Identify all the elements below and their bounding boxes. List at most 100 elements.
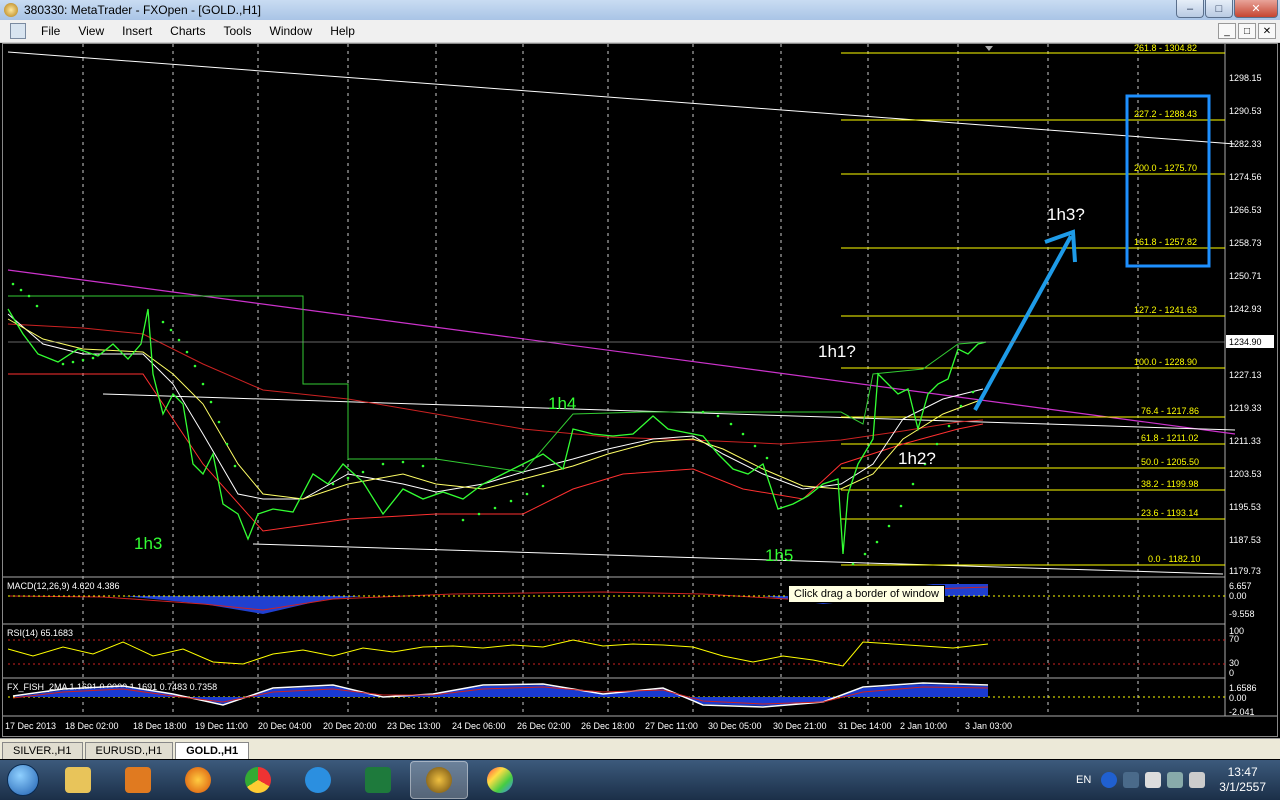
- taskbar-excel[interactable]: [350, 762, 406, 798]
- wave-annotations: 1h3 1h4 1h5 1h1? 1h2? 1h3?: [134, 205, 1085, 565]
- svg-text:23 Dec 13:00: 23 Dec 13:00: [387, 721, 441, 731]
- svg-text:0.00: 0.00: [1229, 591, 1247, 601]
- current-price-label: 1234.90: [1229, 337, 1262, 347]
- fib-label: 127.2 - 1241.63: [1134, 305, 1197, 315]
- time-axis: 17 Dec 2013 18 Dec 02:00 18 Dec 18:00 19…: [5, 721, 1012, 731]
- fib-labels: 261.8 - 1304.82 227.2 - 1288.43 200.0 - …: [1134, 44, 1200, 564]
- wave-label-1h2q: 1h2?: [898, 449, 936, 468]
- maximize-button[interactable]: □: [1205, 0, 1233, 18]
- volume-icon[interactable]: [1189, 772, 1206, 788]
- tab-silver[interactable]: SILVER.,H1: [2, 742, 83, 759]
- svg-text:0: 0: [1229, 668, 1234, 678]
- network-icon[interactable]: [1167, 772, 1184, 788]
- rsi-label: RSI(14) 65.1683: [7, 628, 73, 638]
- menu-window[interactable]: Window: [261, 24, 322, 38]
- fib-label: 261.8 - 1304.82: [1134, 44, 1197, 53]
- menu-tools[interactable]: Tools: [215, 24, 261, 38]
- chart-canvas[interactable]: 261.8 - 1304.82 227.2 - 1288.43 200.0 - …: [3, 44, 1277, 736]
- taskbar-media-player[interactable]: [110, 762, 166, 798]
- window-title: 380330: MetaTrader - FXOpen - [GOLD.,H1]: [24, 3, 261, 17]
- paint-icon: [487, 767, 513, 793]
- tab-eurusd[interactable]: EURUSD.,H1: [84, 742, 174, 759]
- menu-insert[interactable]: Insert: [113, 24, 161, 38]
- tab-gold[interactable]: GOLD.,H1: [175, 742, 250, 759]
- chart-restore-button[interactable]: □: [1238, 23, 1256, 39]
- fib-label: 200.0 - 1275.70: [1134, 163, 1197, 173]
- svg-text:18 Dec 18:00: 18 Dec 18:00: [133, 721, 187, 731]
- price-label: 1187.53: [1229, 535, 1261, 545]
- minimize-button[interactable]: –: [1176, 0, 1204, 18]
- fib-label: 161.8 - 1257.82: [1134, 237, 1197, 247]
- svg-text:20 Dec 20:00: 20 Dec 20:00: [323, 721, 377, 731]
- vertical-grid: [82, 44, 1139, 716]
- chart-window[interactable]: 261.8 - 1304.82 227.2 - 1288.43 200.0 - …: [2, 43, 1278, 737]
- taskbar-chrome[interactable]: [230, 762, 286, 798]
- price-label: 1179.73: [1229, 566, 1261, 576]
- price-label: 1211.33: [1229, 436, 1261, 446]
- chart-close-button[interactable]: ✕: [1258, 23, 1276, 39]
- channel-green-line: [8, 295, 984, 473]
- projection-arrow[interactable]: [973, 229, 1077, 411]
- trend-line-upper[interactable]: [7, 51, 1236, 145]
- wave-label-1h3q: 1h3?: [1047, 205, 1085, 224]
- clock-date: 3/1/2557: [1219, 780, 1266, 794]
- taskbar-metatrader[interactable]: [410, 761, 468, 799]
- fib-label: 0.0 - 1182.10: [1148, 554, 1200, 564]
- menu-view[interactable]: View: [69, 24, 113, 38]
- chart-doc-icon[interactable]: [10, 23, 26, 39]
- close-button[interactable]: ✕: [1234, 0, 1278, 18]
- menu-help[interactable]: Help: [321, 24, 364, 38]
- start-button[interactable]: [0, 760, 46, 800]
- menu-bar: File View Insert Charts Tools Window Hel…: [0, 20, 1280, 43]
- taskbar: EN 13:47 3/1/2557: [0, 760, 1280, 800]
- wave-label-1h3: 1h3: [134, 534, 162, 553]
- fib-label: 61.8 - 1211.02: [1141, 433, 1198, 443]
- fib-label: 100.0 - 1228.90: [1134, 357, 1197, 367]
- fish-scale: 1.6586 0.00 -2.041: [1229, 683, 1257, 717]
- fib-label: 227.2 - 1288.43: [1134, 109, 1197, 119]
- menu-charts[interactable]: Charts: [161, 24, 214, 38]
- price-label: 1266.53: [1229, 205, 1262, 215]
- chart-tabs: SILVER.,H1 EURUSD.,H1 GOLD.,H1: [0, 738, 1280, 759]
- metatrader-icon: [426, 767, 452, 793]
- taskbar-paint[interactable]: [472, 762, 528, 798]
- chrome-icon: [245, 767, 271, 793]
- taskbar-firefox[interactable]: [170, 762, 226, 798]
- svg-text:30: 30: [1229, 658, 1239, 668]
- svg-text:-2.041: -2.041: [1229, 707, 1255, 717]
- fib-label: 50.0 - 1205.50: [1141, 457, 1199, 467]
- help-icon[interactable]: [1101, 772, 1118, 788]
- fib-label: 76.4 - 1217.86: [1141, 406, 1199, 416]
- svg-text:30 Dec 05:00: 30 Dec 05:00: [708, 721, 762, 731]
- firefox-icon: [185, 767, 211, 793]
- clock-time: 13:47: [1227, 765, 1258, 779]
- wave-label-1h1q: 1h1?: [818, 342, 856, 361]
- tray-expand-icon[interactable]: [1123, 772, 1140, 788]
- title-bar: 380330: MetaTrader - FXOpen - [GOLD.,H1]…: [0, 0, 1280, 20]
- menu-file[interactable]: File: [32, 24, 69, 38]
- svg-text:6.657: 6.657: [1229, 581, 1252, 591]
- chart-minimize-button[interactable]: _: [1218, 23, 1236, 39]
- svg-text:30 Dec 21:00: 30 Dec 21:00: [773, 721, 827, 731]
- language-indicator[interactable]: EN: [1076, 774, 1091, 786]
- svg-text:26 Dec 18:00: 26 Dec 18:00: [581, 721, 635, 731]
- price-label: 1203.53: [1229, 469, 1262, 479]
- taskbar-ie[interactable]: [290, 762, 346, 798]
- taskbar-explorer[interactable]: [50, 762, 106, 798]
- excel-icon: [365, 767, 391, 793]
- svg-text:2 Jan 10:00: 2 Jan 10:00: [900, 721, 947, 731]
- folder-icon: [65, 767, 91, 793]
- svg-text:0.00: 0.00: [1229, 693, 1247, 703]
- svg-text:18 Dec 02:00: 18 Dec 02:00: [65, 721, 119, 731]
- chart-shift-marker[interactable]: [985, 46, 993, 51]
- resize-tooltip: Click drag a border of window: [788, 585, 945, 603]
- trend-line-lower[interactable]: [252, 543, 1224, 575]
- trend-line-magenta[interactable]: [7, 269, 1236, 435]
- clock[interactable]: 13:47 3/1/2557: [1219, 765, 1266, 795]
- flag-icon[interactable]: [1145, 772, 1162, 788]
- svg-text:24 Dec 06:00: 24 Dec 06:00: [452, 721, 506, 731]
- price-label: 1250.71: [1229, 271, 1262, 281]
- price-label: 1242.93: [1229, 304, 1262, 314]
- wave-label-1h4: 1h4: [548, 394, 576, 413]
- price-label: 1219.33: [1229, 403, 1262, 413]
